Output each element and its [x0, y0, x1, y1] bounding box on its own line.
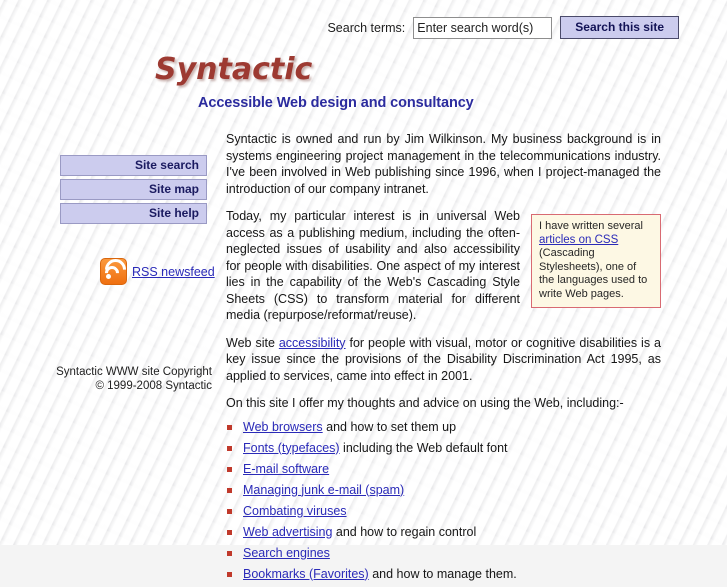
topic-link-fonts[interactable]: Fonts (typefaces): [243, 441, 340, 455]
main-content: Syntactic is owned and run by Jim Wilkin…: [226, 131, 661, 587]
site-search-bar: Search terms: Search this site: [327, 16, 679, 39]
topic-link-combating-viruses[interactable]: Combating viruses: [243, 504, 347, 518]
search-submit-button[interactable]: Search this site: [560, 16, 679, 39]
accessibility-text-before: Web site: [226, 335, 279, 350]
page-root: Search terms: Search this site Syntactic…: [0, 0, 727, 581]
search-input[interactable]: [413, 16, 553, 39]
paragraph-topics-intro: On this site I offer my thoughts and adv…: [226, 396, 624, 410]
site-tagline: Accessible Web design and consultancy: [198, 95, 474, 111]
copyright-line-1: Syntactic WWW site Copyright: [56, 366, 212, 378]
list-item: Web browsers and how to set them up: [226, 419, 661, 435]
list-item: Search engines: [226, 545, 661, 561]
list-item: Combating viruses: [226, 503, 661, 519]
topic-link-email-software[interactable]: E-mail software: [243, 462, 329, 476]
search-label: Search terms:: [327, 20, 406, 35]
sidebar-item-site-help[interactable]: Site help: [60, 203, 207, 224]
callout-text-after: (Cascading Stylesheets), one of the lang…: [539, 247, 648, 300]
articles-on-css-link[interactable]: articles on CSS: [539, 234, 618, 246]
paragraph-intro: Syntactic is owned and run by Jim Wilkin…: [226, 132, 661, 196]
topic-suffix: including the Web default font: [339, 440, 508, 455]
list-item: Site map: [60, 179, 207, 200]
css-articles-callout: I have written several articles on CSS (…: [531, 214, 661, 308]
site-logo: Syntactic: [155, 52, 313, 87]
list-item: Web advertising and how to regain contro…: [226, 524, 661, 540]
topic-link-web-advertising[interactable]: Web advertising: [243, 525, 332, 539]
topic-suffix: and how to manage them.: [368, 566, 517, 581]
sidebar-item-site-search[interactable]: Site search: [60, 155, 207, 176]
list-item: Site search: [60, 155, 207, 176]
sidebar-nav-list: Site search Site map Site help: [60, 155, 207, 224]
list-item: Fonts (typefaces) including the Web defa…: [226, 440, 661, 456]
accessibility-link[interactable]: accessibility: [279, 336, 346, 350]
list-item: Managing junk e-mail (spam): [226, 482, 661, 498]
rss-newsfeed-link[interactable]: RSS newsfeed: [132, 265, 215, 279]
list-item: Site help: [60, 203, 207, 224]
topic-link-junk-email[interactable]: Managing junk e-mail (spam): [243, 483, 404, 497]
copyright-notice: Syntactic WWW site Copyright © 1999-2008…: [0, 365, 215, 393]
copyright-line-2: © 1999-2008 Syntactic: [95, 380, 212, 392]
topic-link-search-engines[interactable]: Search engines: [243, 546, 330, 560]
topic-suffix: and how to regain control: [332, 524, 477, 539]
list-item: E-mail software: [226, 461, 661, 477]
callout-text-before: I have written several: [539, 220, 643, 232]
topics-list: Web browsers and how to set them up Font…: [226, 419, 661, 582]
sidebar: Site search Site map Site help RSS newsf…: [0, 155, 215, 392]
topic-link-bookmarks[interactable]: Bookmarks (Favorites): [243, 567, 369, 581]
paragraph-accessibility: Web site accessibility for people with v…: [226, 335, 661, 385]
rss-newsfeed-row[interactable]: RSS newsfeed: [100, 254, 215, 285]
topic-suffix: and how to set them up: [322, 419, 457, 434]
rss-icon: [100, 254, 131, 285]
sidebar-item-site-map[interactable]: Site map: [60, 179, 207, 200]
list-item: Bookmarks (Favorites) and how to manage …: [226, 566, 661, 582]
topic-link-web-browsers[interactable]: Web browsers: [243, 420, 323, 434]
